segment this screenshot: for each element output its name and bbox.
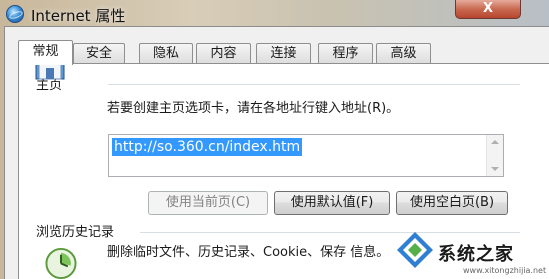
tab-content[interactable]: 内容 bbox=[196, 43, 251, 64]
window-title: Internet 属性 bbox=[31, 7, 126, 25]
home-page-address-field[interactable]: http://so.360.cn/index.htm bbox=[108, 134, 504, 177]
tab-programs[interactable]: 程序 bbox=[318, 43, 373, 64]
close-button[interactable]: X bbox=[455, 0, 521, 19]
tab-advanced[interactable]: 高级 bbox=[376, 43, 431, 64]
watermark: 系统之家 www.xitongzhijia.net bbox=[383, 222, 549, 279]
browsing-history-description: 删除临时文件、历史记录、Cookie、保存 信息。 bbox=[107, 245, 390, 260]
use-blank-button[interactable]: 使用空白页(B) bbox=[396, 191, 508, 215]
scroll-down-icon[interactable] bbox=[491, 167, 499, 171]
watermark-url: www.xitongzhijia.net bbox=[463, 266, 547, 275]
home-page-instruction: 若要创建主页选项卡，请在各地址行键入地址(R)。 bbox=[107, 101, 400, 116]
site-logo-icon bbox=[397, 232, 433, 268]
use-current-page-button[interactable]: 使用当前页(C) bbox=[148, 191, 268, 215]
tab-general[interactable]: 常规 bbox=[18, 40, 73, 65]
section-divider bbox=[108, 84, 520, 85]
use-default-button[interactable]: 使用默认值(F) bbox=[274, 191, 390, 215]
home-page-address-value: http://so.360.cn/index.htm bbox=[112, 138, 303, 156]
scroll-up-icon[interactable] bbox=[491, 140, 499, 144]
tab-connections[interactable]: 连接 bbox=[256, 43, 311, 64]
tab-privacy[interactable]: 隐私 bbox=[139, 43, 193, 64]
browsing-history-section-title: 浏览历史记录 bbox=[36, 225, 115, 240]
internet-explorer-icon bbox=[6, 5, 24, 23]
tab-security[interactable]: 安全 bbox=[73, 43, 125, 64]
watermark-text: 系统之家 bbox=[438, 244, 514, 265]
history-icon bbox=[45, 247, 77, 279]
address-scrollbar[interactable] bbox=[486, 135, 503, 176]
